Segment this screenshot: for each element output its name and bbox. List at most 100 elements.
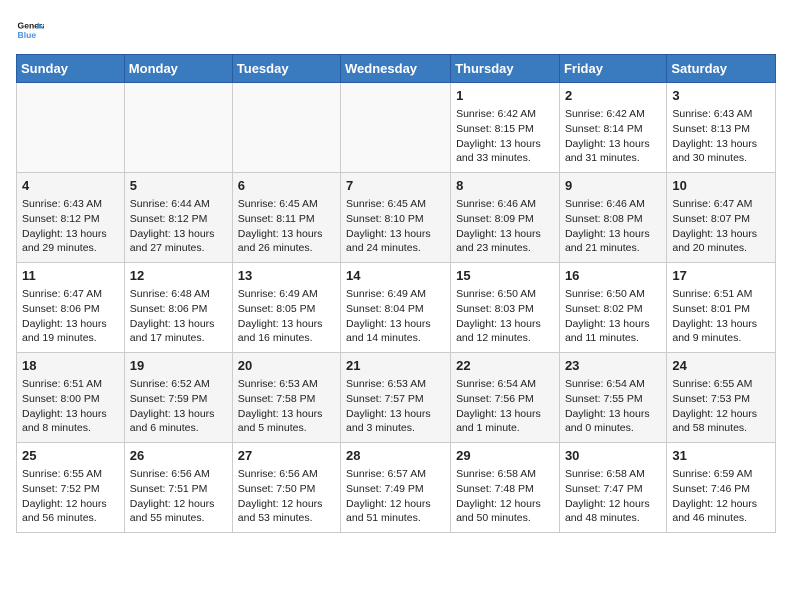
day-info: and 51 minutes. [346, 511, 445, 526]
day-number: 5 [130, 177, 227, 195]
day-info: Daylight: 13 hours [238, 407, 335, 422]
day-info: Sunrise: 6:47 AM [672, 197, 770, 212]
calendar-cell: 10Sunrise: 6:47 AMSunset: 8:07 PMDayligh… [667, 173, 776, 263]
day-number: 7 [346, 177, 445, 195]
day-info: Sunset: 8:14 PM [565, 122, 661, 137]
logo: General Blue [16, 16, 48, 44]
day-info: and 19 minutes. [22, 331, 119, 346]
day-info: Sunrise: 6:50 AM [456, 287, 554, 302]
calendar-week-4: 18Sunrise: 6:51 AMSunset: 8:00 PMDayligh… [17, 353, 776, 443]
calendar-cell: 19Sunrise: 6:52 AMSunset: 7:59 PMDayligh… [124, 353, 232, 443]
calendar-cell: 30Sunrise: 6:58 AMSunset: 7:47 PMDayligh… [559, 443, 666, 533]
day-info: Daylight: 13 hours [130, 317, 227, 332]
calendar-cell: 5Sunrise: 6:44 AMSunset: 8:12 PMDaylight… [124, 173, 232, 263]
day-info: Sunset: 7:46 PM [672, 482, 770, 497]
day-info: Daylight: 12 hours [238, 497, 335, 512]
day-info: Daylight: 13 hours [672, 317, 770, 332]
day-info: Sunset: 8:10 PM [346, 212, 445, 227]
day-info: and 3 minutes. [346, 421, 445, 436]
day-info: Sunset: 7:53 PM [672, 392, 770, 407]
col-header-tuesday: Tuesday [232, 55, 340, 83]
calendar-cell: 4Sunrise: 6:43 AMSunset: 8:12 PMDaylight… [17, 173, 125, 263]
day-info: Sunrise: 6:43 AM [672, 107, 770, 122]
col-header-friday: Friday [559, 55, 666, 83]
day-info: Sunset: 8:08 PM [565, 212, 661, 227]
day-info: Daylight: 12 hours [130, 497, 227, 512]
day-number: 30 [565, 447, 661, 465]
day-info: and 1 minute. [456, 421, 554, 436]
day-info: Sunset: 8:06 PM [130, 302, 227, 317]
day-number: 1 [456, 87, 554, 105]
col-header-monday: Monday [124, 55, 232, 83]
day-number: 14 [346, 267, 445, 285]
day-number: 27 [238, 447, 335, 465]
svg-text:Blue: Blue [18, 30, 37, 40]
day-info: Daylight: 13 hours [565, 317, 661, 332]
day-info: Sunset: 8:05 PM [238, 302, 335, 317]
day-info: Sunrise: 6:45 AM [346, 197, 445, 212]
day-info: Sunrise: 6:56 AM [238, 467, 335, 482]
calendar-week-3: 11Sunrise: 6:47 AMSunset: 8:06 PMDayligh… [17, 263, 776, 353]
day-number: 8 [456, 177, 554, 195]
day-info: Sunset: 8:13 PM [672, 122, 770, 137]
calendar-cell: 1Sunrise: 6:42 AMSunset: 8:15 PMDaylight… [451, 83, 560, 173]
day-info: Daylight: 13 hours [456, 227, 554, 242]
day-info: Sunrise: 6:47 AM [22, 287, 119, 302]
day-info: and 31 minutes. [565, 151, 661, 166]
col-header-sunday: Sunday [17, 55, 125, 83]
calendar-cell: 2Sunrise: 6:42 AMSunset: 8:14 PMDaylight… [559, 83, 666, 173]
day-info: and 50 minutes. [456, 511, 554, 526]
day-info: Daylight: 13 hours [565, 407, 661, 422]
day-info: Daylight: 13 hours [22, 227, 119, 242]
day-number: 6 [238, 177, 335, 195]
calendar-cell: 7Sunrise: 6:45 AMSunset: 8:10 PMDaylight… [341, 173, 451, 263]
day-info: Sunrise: 6:54 AM [456, 377, 554, 392]
day-info: Daylight: 13 hours [238, 317, 335, 332]
calendar-table: SundayMondayTuesdayWednesdayThursdayFrid… [16, 54, 776, 533]
day-info: and 53 minutes. [238, 511, 335, 526]
calendar-cell: 16Sunrise: 6:50 AMSunset: 8:02 PMDayligh… [559, 263, 666, 353]
day-info: Sunrise: 6:55 AM [672, 377, 770, 392]
day-info: Sunset: 8:01 PM [672, 302, 770, 317]
day-info: and 5 minutes. [238, 421, 335, 436]
day-info: Sunset: 8:12 PM [22, 212, 119, 227]
day-info: and 23 minutes. [456, 241, 554, 256]
calendar-cell: 23Sunrise: 6:54 AMSunset: 7:55 PMDayligh… [559, 353, 666, 443]
day-info: and 17 minutes. [130, 331, 227, 346]
day-info: Sunset: 8:11 PM [238, 212, 335, 227]
calendar-cell [17, 83, 125, 173]
day-info: and 21 minutes. [565, 241, 661, 256]
day-info: Sunrise: 6:49 AM [346, 287, 445, 302]
calendar-cell: 11Sunrise: 6:47 AMSunset: 8:06 PMDayligh… [17, 263, 125, 353]
day-number: 20 [238, 357, 335, 375]
day-info: and 24 minutes. [346, 241, 445, 256]
day-info: Sunrise: 6:55 AM [22, 467, 119, 482]
day-info: and 48 minutes. [565, 511, 661, 526]
day-info: Sunrise: 6:46 AM [565, 197, 661, 212]
day-number: 22 [456, 357, 554, 375]
day-info: and 30 minutes. [672, 151, 770, 166]
day-info: Sunset: 7:51 PM [130, 482, 227, 497]
day-info: Sunrise: 6:48 AM [130, 287, 227, 302]
day-number: 3 [672, 87, 770, 105]
day-info: and 46 minutes. [672, 511, 770, 526]
day-info: Sunset: 7:58 PM [238, 392, 335, 407]
calendar-cell: 9Sunrise: 6:46 AMSunset: 8:08 PMDaylight… [559, 173, 666, 263]
day-info: Sunset: 7:55 PM [565, 392, 661, 407]
day-info: Sunrise: 6:45 AM [238, 197, 335, 212]
day-number: 18 [22, 357, 119, 375]
day-info: and 12 minutes. [456, 331, 554, 346]
calendar-week-5: 25Sunrise: 6:55 AMSunset: 7:52 PMDayligh… [17, 443, 776, 533]
day-info: and 0 minutes. [565, 421, 661, 436]
calendar-cell: 14Sunrise: 6:49 AMSunset: 8:04 PMDayligh… [341, 263, 451, 353]
day-info: Daylight: 13 hours [672, 137, 770, 152]
calendar-header-row: SundayMondayTuesdayWednesdayThursdayFrid… [17, 55, 776, 83]
day-info: Daylight: 13 hours [565, 227, 661, 242]
day-info: Sunrise: 6:54 AM [565, 377, 661, 392]
day-info: Sunrise: 6:51 AM [672, 287, 770, 302]
day-info: Sunrise: 6:58 AM [456, 467, 554, 482]
col-header-wednesday: Wednesday [341, 55, 451, 83]
day-info: and 56 minutes. [22, 511, 119, 526]
day-info: and 8 minutes. [22, 421, 119, 436]
day-number: 21 [346, 357, 445, 375]
